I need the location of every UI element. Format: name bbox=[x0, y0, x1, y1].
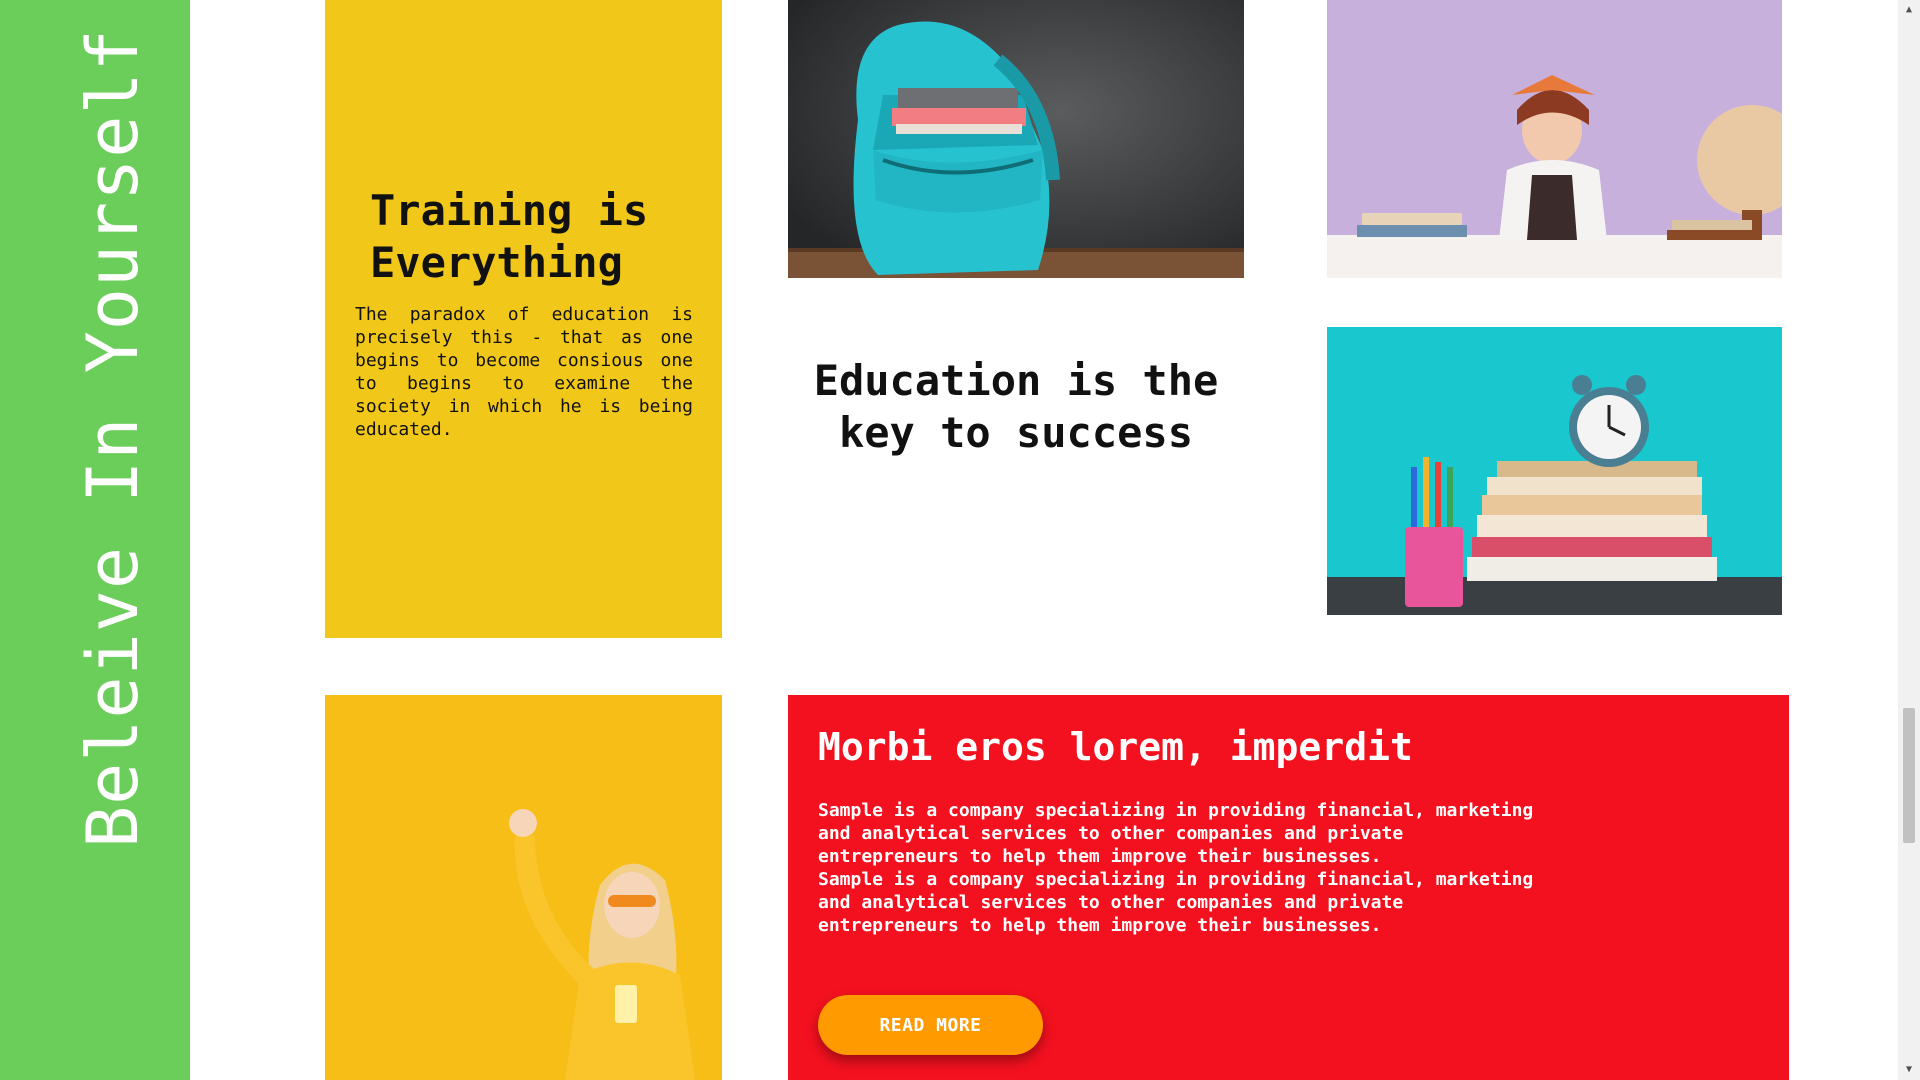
feature-paragraph: Sample is a company specializing in prov… bbox=[818, 869, 1534, 936]
clock-and-books-photo bbox=[1327, 327, 1782, 615]
vertical-scrollbar[interactable]: ▲ ▼ bbox=[1898, 0, 1920, 1080]
side-banner: Beleive In Yourself bbox=[0, 0, 190, 1080]
backpack-photo bbox=[788, 0, 1244, 278]
feature-card: Morbi eros lorem, imperdit Sample is a c… bbox=[788, 695, 1789, 1080]
feature-paragraph: Sample is a company specializing in prov… bbox=[818, 800, 1534, 867]
feature-body: Sample is a company specializing in prov… bbox=[818, 799, 1548, 937]
training-text: The paradox of education is precisely th… bbox=[355, 304, 693, 440]
training-card: Training is Everything The paradox of ed… bbox=[325, 0, 722, 638]
read-more-button[interactable]: READ MORE bbox=[818, 995, 1043, 1055]
feature-title: Morbi eros lorem, imperdit bbox=[818, 725, 1413, 769]
scrollbar-thumb[interactable] bbox=[1903, 708, 1915, 843]
girl-waving-photo bbox=[325, 695, 722, 1080]
girl-with-books-photo bbox=[1327, 0, 1782, 278]
scroll-down-arrow-icon[interactable]: ▼ bbox=[1903, 1064, 1915, 1076]
quote-text: Education is the key to success bbox=[813, 356, 1219, 457]
side-banner-text: Beleive In Yourself bbox=[72, 28, 154, 848]
scroll-up-arrow-icon[interactable]: ▲ bbox=[1903, 4, 1915, 16]
training-title: Training is Everything bbox=[370, 186, 649, 287]
